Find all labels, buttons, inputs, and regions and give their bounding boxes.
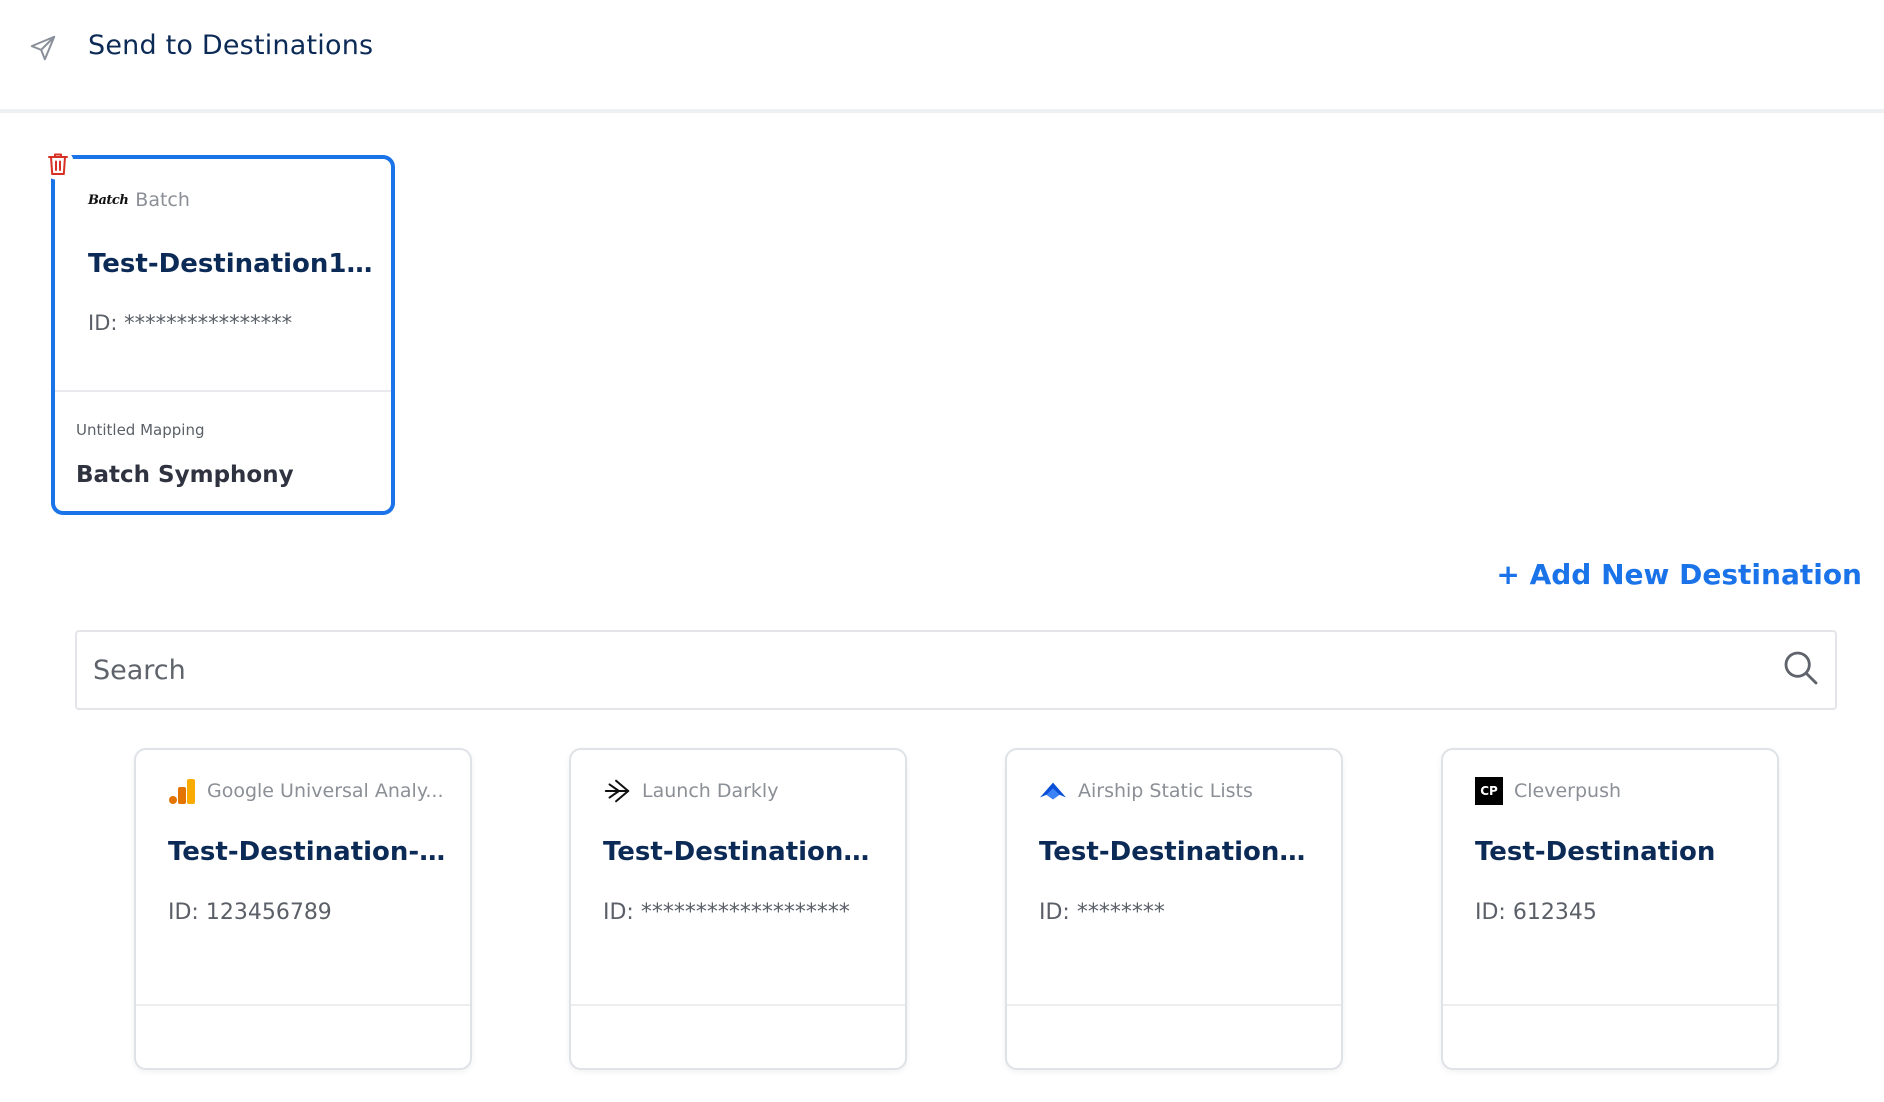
cleverpush-logo-text: CP — [1475, 777, 1503, 805]
brand-row: Airship Static Lists — [1039, 777, 1319, 805]
page-header: Send to Destinations — [0, 0, 1884, 113]
brand-row: Google Universal Analy... — [168, 777, 448, 805]
add-new-destination-button[interactable]: + Add New Destination — [1496, 558, 1862, 591]
brand-row: Launch Darkly — [603, 777, 883, 805]
card-divider — [571, 1004, 905, 1006]
selected-destination-card[interactable]: Batch Batch Test-Destination12... ID: **… — [51, 155, 395, 515]
search-box — [75, 630, 1837, 710]
brand-name: Launch Darkly — [642, 780, 779, 802]
page-title: Send to Destinations — [88, 30, 374, 61]
brand-name: Airship Static Lists — [1078, 780, 1253, 802]
brand-name: Cleverpush — [1514, 780, 1622, 802]
destination-name: Test-Destination-1... — [168, 837, 452, 867]
destination-id: ID: 612345 — [1475, 900, 1597, 925]
destination-id: ID: **************** — [88, 311, 293, 335]
send-icon — [30, 35, 56, 61]
launch-darkly-icon — [603, 777, 631, 805]
cleverpush-icon: CP — [1475, 777, 1503, 805]
destination-id: ID: ******************* — [603, 900, 850, 925]
destination-id: ID: ******** — [1039, 900, 1165, 925]
google-analytics-icon — [168, 777, 196, 805]
search-icon[interactable] — [1781, 648, 1821, 688]
destination-name: Test-Destination — [1475, 837, 1716, 867]
brand-name: Batch — [135, 189, 190, 211]
search-input[interactable] — [93, 650, 1733, 690]
destination-card[interactable]: Airship Static Lists Test-Destination123… — [1005, 748, 1343, 1070]
brand-row: CP Cleverpush — [1475, 777, 1755, 805]
destination-card[interactable]: CP Cleverpush Test-Destination ID: 61234… — [1441, 748, 1779, 1070]
destination-name: Test-Destination123 — [1039, 837, 1323, 867]
brand-row: Batch Batch — [88, 189, 190, 211]
destination-id: ID: 123456789 — [168, 900, 332, 925]
destination-card[interactable]: Google Universal Analy... Test-Destinati… — [134, 748, 472, 1070]
batch-logo-icon: Batch — [88, 192, 129, 208]
mapping-name: Batch Symphony — [76, 462, 294, 488]
destination-card[interactable]: Launch Darkly Test-Destination12... ID: … — [569, 748, 907, 1070]
card-divider — [1007, 1004, 1341, 1006]
brand-name: Google Universal Analy... — [207, 780, 444, 802]
trash-icon — [48, 153, 68, 175]
card-divider — [136, 1004, 470, 1006]
destination-name: Test-Destination12... — [603, 837, 887, 867]
delete-destination-button[interactable] — [42, 148, 74, 180]
card-divider — [55, 390, 391, 392]
destination-name: Test-Destination12... — [88, 249, 378, 279]
airship-icon — [1039, 777, 1067, 805]
card-divider — [1443, 1004, 1777, 1006]
mapping-label: Untitled Mapping — [76, 421, 205, 439]
